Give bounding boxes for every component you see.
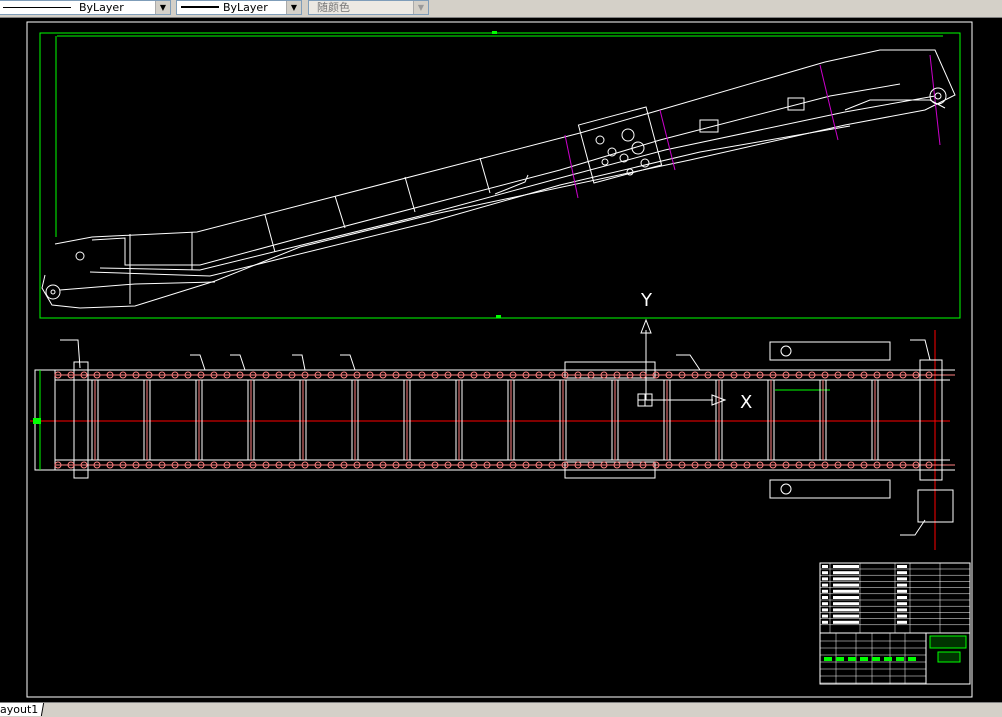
leader-line [676,354,701,371]
properties-toolbar: ByLayer ▼ ByLayer ▼ 随颜色 ▼ [0,0,1002,18]
drawing-canvas[interactable]: Y X [0,18,1002,703]
parts-name [833,602,859,606]
boom-inner-line [91,83,901,266]
head-pulley-hub [934,92,942,100]
approval-grid [820,633,926,684]
approval-signature [848,657,856,661]
plan-view-drawing [30,330,955,550]
leader-line [292,354,306,371]
parts-qty [897,583,907,587]
parts-index [822,571,828,575]
linetype-combo[interactable]: ByLayer ▼ [0,0,171,15]
pin-hole [595,135,605,145]
pin-hole [601,158,609,166]
layout-tab-bar: ayout1 [0,702,1002,717]
parts-name [833,614,859,618]
approval-signature [872,657,880,661]
drawing-number-cell [937,651,961,663]
boom-inner-line [99,95,936,271]
lineweight-combo[interactable]: ByLayer ▼ [176,0,302,15]
parts-index [822,583,828,587]
pin-hole [621,128,635,142]
approval-signature [908,657,916,661]
leader-line [190,354,206,371]
plotstyle-combo: 随颜色 ▼ [308,0,429,15]
parts-index [822,565,828,568]
parts-qty [897,614,907,618]
boom-bracket [787,97,805,111]
conveyor-flights [91,379,879,461]
ucs-icon [637,318,727,407]
tail-pin [75,251,85,261]
parts-qty [897,596,907,599]
section-line [404,176,416,213]
viewport-grip[interactable] [496,315,501,318]
chevron-down-icon[interactable]: ▼ [286,1,301,14]
lineweight-value: ByLayer [223,1,268,14]
parts-name [833,608,859,612]
leader-line [910,339,931,361]
leader-line [60,339,81,369]
parts-index [822,577,828,581]
plotstyle-value: 随颜色 [317,1,350,14]
take-up-cylinder [769,479,891,499]
parts-name [833,589,859,593]
take-up-cylinder [769,341,891,361]
linetype-preview [3,7,71,8]
parts-name [833,583,859,587]
parts-name [833,596,859,599]
pin-hole [640,158,650,168]
parts-index [822,602,828,606]
parts-name [833,565,859,568]
linetype-value: ByLayer [79,1,124,14]
parts-qty [897,565,907,568]
top-view-drawing [39,31,961,319]
chain-links [54,371,933,469]
tail-bracket [73,361,89,479]
parts-qty [897,577,907,581]
approval-signature [836,657,844,661]
ucs-x-label: X [740,392,752,413]
cylinder-pin [780,345,792,357]
title-block [819,562,971,685]
parts-index [822,589,828,593]
parts-index [822,596,828,599]
parts-list [820,563,970,633]
parts-qty [897,571,907,575]
approval-signature [860,657,868,661]
parts-name [833,620,859,624]
parts-index [822,614,828,618]
parts-qty [897,589,907,593]
parts-name [833,571,859,575]
pin-plate [577,106,663,184]
parts-qty [897,602,907,606]
section-line [479,157,491,194]
section-line [334,195,346,229]
tail-pivot-hub [50,289,56,295]
cylinder-pin [780,483,792,495]
drawing-title-cell [929,635,967,649]
approval-signature [824,657,832,661]
boom-inner-line [89,125,851,277]
tail-pivot [45,284,61,300]
parts-qty [897,620,907,624]
parts-index [822,608,828,612]
ucs-y-label: Y [640,290,653,311]
chevron-down-icon[interactable]: ▼ [155,1,170,14]
magenta-section [564,134,579,199]
parts-qty [897,608,907,612]
boom-inner-line [59,281,216,291]
chevron-down-icon: ▼ [413,1,428,14]
parts-name [833,577,859,581]
lineweight-preview [181,6,219,8]
leader-line [340,354,356,371]
head-bracket [919,359,943,481]
approval-signature [884,657,892,661]
tab-layout1[interactable]: ayout1 [0,703,45,716]
parts-index [822,620,828,624]
viewport-grip[interactable] [492,31,497,34]
head-detail [844,99,946,111]
leader-line [230,354,246,371]
approval-signature [896,657,904,661]
